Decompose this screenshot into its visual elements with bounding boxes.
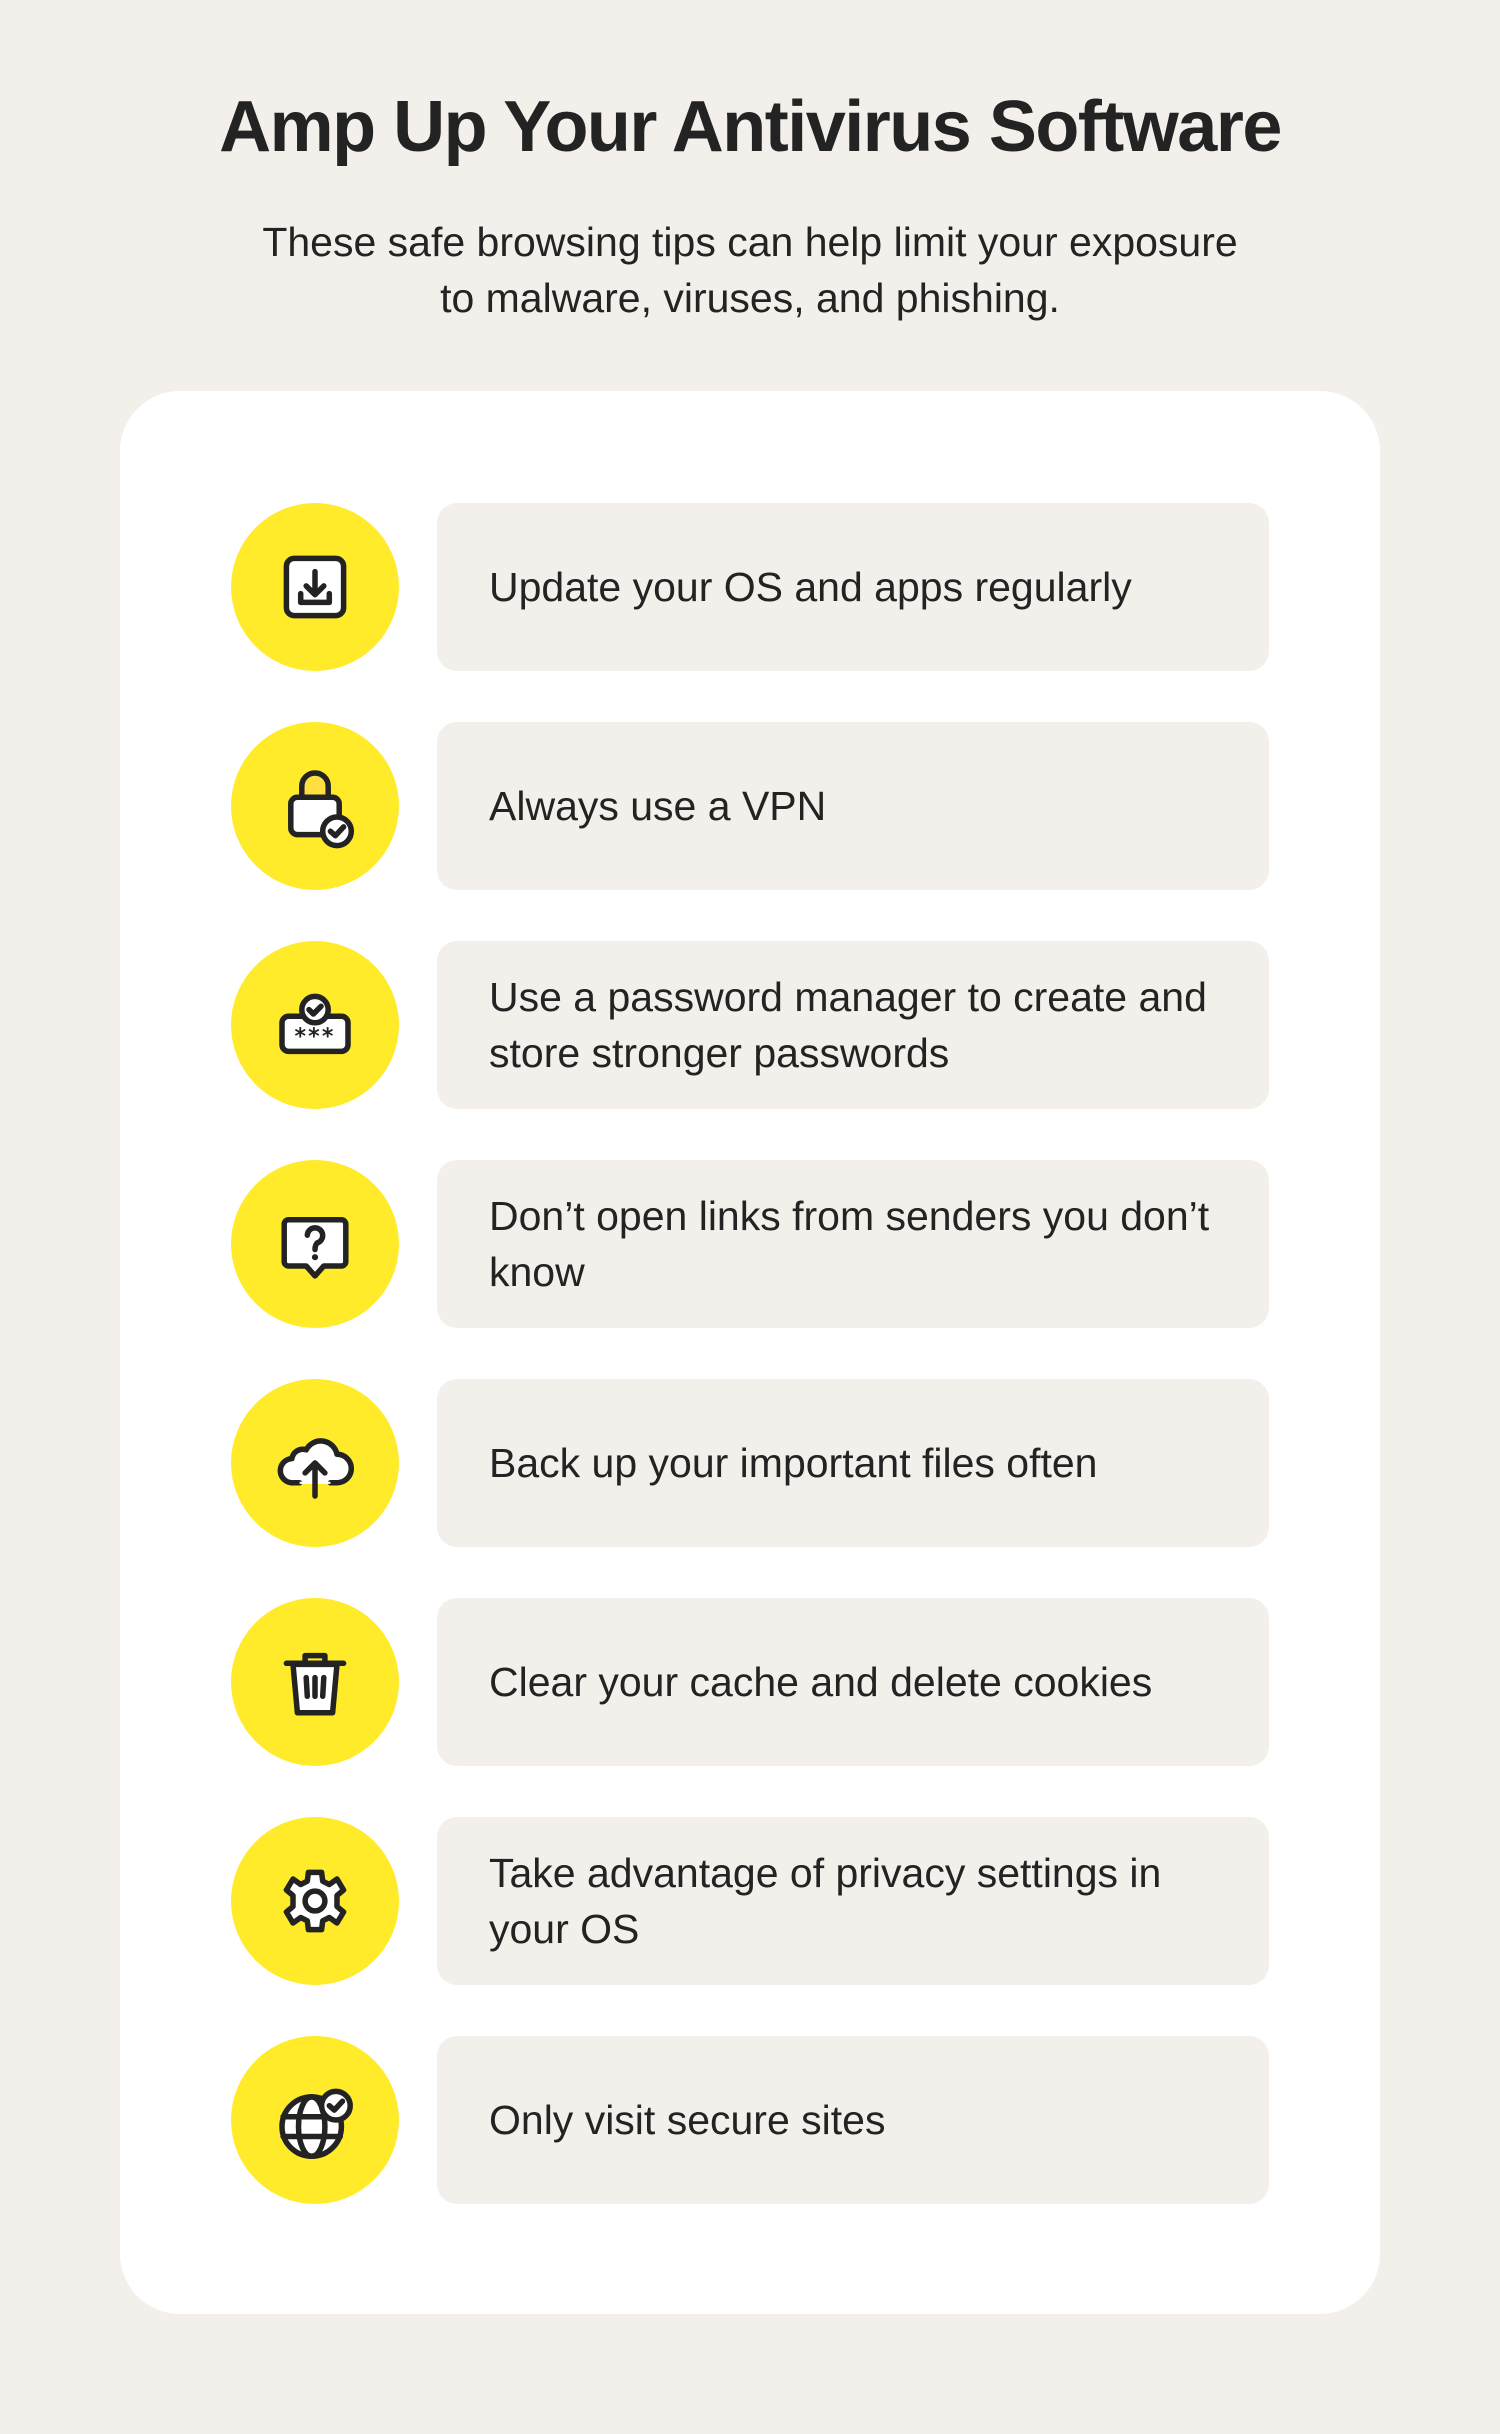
- tip-text: Clear your cache and delete cookies: [489, 1659, 1153, 1705]
- tip-icon-badge: [231, 2036, 399, 2204]
- trash-icon: [283, 1652, 347, 1716]
- tip-box: Always use a VPN: [437, 722, 1269, 890]
- tip-row: Always use a VPN: [231, 722, 1269, 890]
- tip-box: Only visit secure sites: [437, 2036, 1269, 2204]
- tip-icon-badge: [231, 1817, 399, 1985]
- tip-icon-badge: [231, 1379, 399, 1547]
- tip-box: Don’t open links from senders you don’t …: [437, 1160, 1269, 1328]
- tip-box: Clear your cache and delete cookies: [437, 1598, 1269, 1766]
- password-check-icon: ***: [279, 993, 351, 1055]
- tip-box: Back up your important files often: [437, 1379, 1269, 1547]
- lock-check-icon: [288, 770, 355, 849]
- tip-text: Use a password manager to create and sto…: [489, 974, 1207, 1076]
- tip-row: Update your OS and apps regularly: [231, 503, 1269, 671]
- tip-icon-badge: ***: [231, 941, 399, 1109]
- tip-row: *** Use a password manager to create and…: [231, 941, 1269, 1109]
- tip-text: Always use a VPN: [489, 783, 827, 829]
- tip-row: Clear your cache and delete cookies: [231, 1598, 1269, 1766]
- globe-check-icon: [279, 2088, 353, 2160]
- tip-text: Update your OS and apps regularly: [489, 564, 1132, 610]
- tip-row: Take advantage of privacy settings in yo…: [231, 1817, 1269, 1985]
- page-title: Amp Up Your Antivirus Software: [219, 87, 1282, 167]
- tip-icon-badge: [231, 1598, 399, 1766]
- tips-card: [120, 391, 1380, 2314]
- download-icon: [283, 555, 347, 619]
- tip-box: Update your OS and apps regularly: [437, 503, 1269, 671]
- cloud-upload-icon: [277, 1438, 354, 1499]
- tip-row: Only visit secure sites: [231, 2036, 1269, 2204]
- tip-text: Don’t open links from senders you don’t …: [489, 1193, 1210, 1295]
- tip-text: Back up your important files often: [489, 1440, 1098, 1486]
- tip-row: Back up your important files often: [231, 1379, 1269, 1547]
- tip-box: Take advantage of privacy settings in yo…: [437, 1817, 1269, 1985]
- tip-icon-badge: [231, 722, 399, 890]
- tip-icon-badge: [231, 1160, 399, 1328]
- tip-row: Don’t open links from senders you don’t …: [231, 1160, 1269, 1328]
- svg-text:***: ***: [294, 1025, 335, 1050]
- tip-box: Use a password manager to create and sto…: [437, 941, 1269, 1109]
- gear-icon: [283, 1869, 347, 1933]
- tip-text: Take advantage of privacy settings in yo…: [489, 1850, 1162, 1952]
- page-subtitle: These safe browsing tips can help limit …: [262, 219, 1238, 321]
- tip-icon-badge: [231, 503, 399, 671]
- question-bubble-icon: [281, 1217, 349, 1279]
- tip-text: Only visit secure sites: [489, 2097, 886, 2143]
